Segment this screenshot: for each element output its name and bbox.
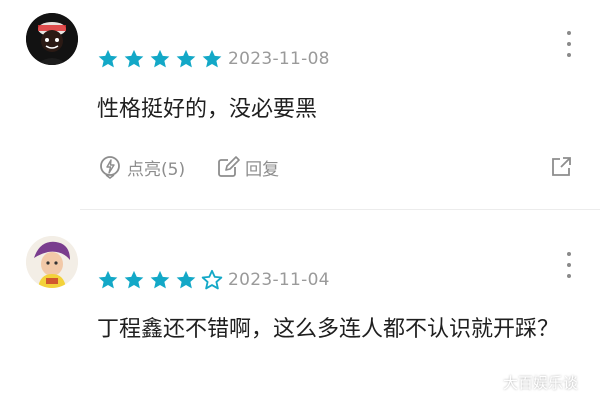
rating-stars: [97, 48, 223, 70]
edit-reply-icon: [218, 156, 240, 177]
star-filled-icon: [123, 269, 145, 291]
watermark: 大百娱乐谈: [482, 372, 578, 393]
avatar[interactable]: [26, 236, 78, 288]
avatar[interactable]: [26, 13, 78, 65]
star-filled-icon: [149, 48, 171, 70]
reply-label: 回复: [245, 159, 280, 180]
comment-text: 性格挺好的，没必要黑: [97, 97, 318, 122]
comment-date: 2023-11-08: [228, 49, 330, 69]
comment-text: 丁程鑫还不错啊，这么多连人都不认识就开踩？: [97, 317, 560, 342]
star-filled-icon: [175, 269, 197, 291]
comment-actions: 点亮(5) 回复: [97, 154, 309, 180]
star-filled-icon: [175, 48, 197, 70]
share-icon[interactable]: [549, 155, 573, 179]
watermark-logo-icon: [482, 377, 500, 388]
lightning-icon: [100, 156, 120, 179]
reply-button[interactable]: 回复: [215, 154, 279, 180]
more-options-icon[interactable]: [562, 31, 576, 57]
comment-item: 2023-11-08 性格挺好的，没必要黑 点亮(5) 回复: [0, 0, 600, 210]
like-label: 点亮(5): [127, 159, 186, 180]
divider: [80, 209, 600, 210]
comment-date: 2023-11-04: [228, 270, 330, 290]
star-filled-icon: [149, 269, 171, 291]
star-empty-icon: [201, 269, 223, 291]
star-filled-icon: [97, 48, 119, 70]
rating-stars: [97, 269, 223, 291]
star-filled-icon: [97, 269, 119, 291]
star-filled-icon: [123, 48, 145, 70]
watermark-text: 大百娱乐谈: [503, 374, 579, 392]
like-button[interactable]: 点亮(5): [97, 154, 185, 180]
more-options-icon[interactable]: [562, 252, 576, 278]
star-filled-icon: [201, 48, 223, 70]
